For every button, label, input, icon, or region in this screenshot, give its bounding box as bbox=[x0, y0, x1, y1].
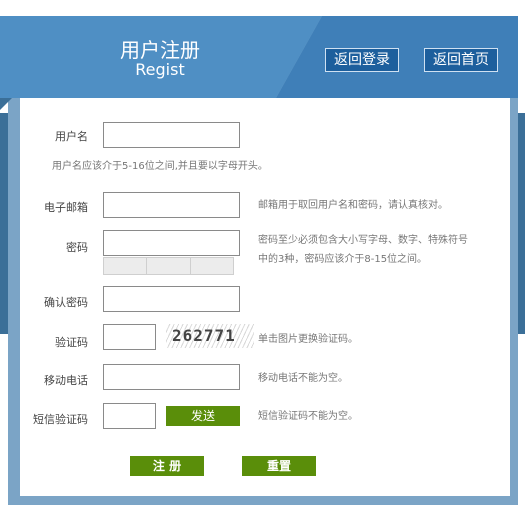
username-input[interactable] bbox=[103, 122, 240, 148]
email-hint: 邮箱用于取回用户名和密码，请认真核对。 bbox=[258, 200, 448, 211]
phone-input[interactable] bbox=[103, 364, 240, 390]
sms-code-input[interactable] bbox=[103, 403, 156, 429]
email-label: 电子邮箱 bbox=[44, 201, 88, 214]
page-subtitle: Regist bbox=[135, 60, 185, 79]
register-button[interactable]: 注 册 bbox=[130, 456, 204, 476]
sms-code-hint: 短信验证码不能为空。 bbox=[258, 411, 358, 422]
username-label: 用户名 bbox=[55, 130, 88, 143]
corner-decoration bbox=[0, 98, 12, 110]
send-sms-button[interactable]: 发送 bbox=[166, 406, 240, 426]
back-to-home-button[interactable]: 返回首页 bbox=[424, 48, 498, 72]
phone-label: 移动电话 bbox=[44, 374, 88, 387]
strength-weak bbox=[104, 258, 148, 274]
password-hint: 密码至少必须包含大小写字母、数字、特殊符号中的3种，密码应该介于8-15位之间。 bbox=[258, 235, 468, 265]
captcha-hint: 单击图片更换验证码。 bbox=[258, 334, 358, 345]
strength-medium bbox=[147, 258, 191, 274]
sms-code-label: 短信验证码 bbox=[33, 413, 88, 426]
phone-hint: 移动电话不能为空。 bbox=[258, 373, 348, 384]
username-hint: 用户名应该介于5-16位之间,并且要以字母开头。 bbox=[52, 161, 268, 172]
password-label: 密码 bbox=[66, 241, 88, 254]
email-input[interactable] bbox=[103, 192, 240, 218]
page-title: 用户注册 bbox=[120, 38, 200, 62]
reset-button[interactable]: 重置 bbox=[242, 456, 316, 476]
password-input[interactable] bbox=[103, 230, 240, 256]
captcha-input[interactable] bbox=[103, 324, 156, 350]
captcha-label: 验证码 bbox=[55, 336, 88, 349]
confirm-password-input[interactable] bbox=[103, 286, 240, 312]
password-strength-meter bbox=[103, 257, 234, 275]
strength-strong bbox=[190, 258, 233, 274]
confirm-password-label: 确认密码 bbox=[44, 296, 88, 309]
back-to-login-button[interactable]: 返回登录 bbox=[325, 48, 399, 72]
captcha-image[interactable]: 262771 bbox=[166, 324, 254, 348]
